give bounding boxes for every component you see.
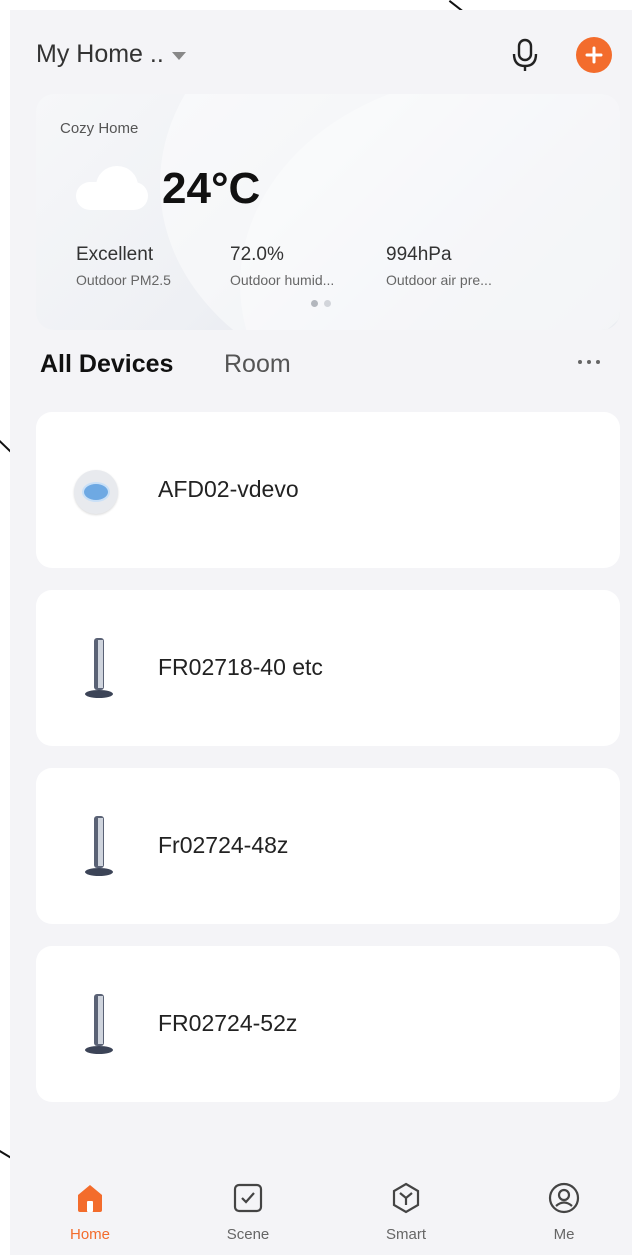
nav-smart[interactable]: Smart: [356, 1181, 456, 1243]
page-dot-active: [311, 300, 318, 307]
weather-card[interactable]: Cozy Home 24°C Excellent Outdoor PM2.5 7…: [36, 94, 620, 330]
plus-icon: [585, 46, 603, 64]
stat-value: Excellent: [76, 244, 154, 265]
home-name: My Home ..: [36, 40, 164, 68]
nav-label: Home: [69, 1226, 110, 1243]
stat-label: Outdoor PM2.5: [76, 272, 171, 288]
home-icon: [78, 1185, 102, 1212]
smart-hexagon-icon: [392, 1182, 420, 1214]
stat-label: Outdoor humid...: [230, 272, 335, 288]
more-horizontal-icon[interactable]: [578, 360, 600, 364]
home-selector[interactable]: My Home ..: [36, 40, 186, 69]
device-card[interactable]: Fr02724-48z: [36, 768, 620, 924]
tower-fan-icon: [85, 638, 113, 698]
user-icon: [548, 1182, 580, 1214]
tab-all-devices[interactable]: All Devices: [40, 350, 173, 379]
tab-room[interactable]: Room: [224, 350, 291, 379]
nav-me[interactable]: Me: [514, 1181, 614, 1243]
stat-pressure: 994hPa Outdoor air pre...: [386, 244, 492, 288]
device-name: Fr02724-48z: [158, 832, 289, 858]
stat-pm25: Excellent Outdoor PM2.5: [76, 244, 171, 288]
stat-label: Outdoor air pre...: [386, 272, 492, 288]
nav-scene[interactable]: Scene: [198, 1181, 298, 1243]
checkbox-icon: [233, 1183, 263, 1213]
bottom-nav: Home Scene Smart Me: [10, 1165, 632, 1255]
microphone-icon[interactable]: [510, 38, 540, 72]
nav-label: Smart: [385, 1226, 426, 1243]
device-card[interactable]: FR02718-40 etc: [36, 590, 620, 746]
caret-down-icon: [171, 51, 186, 60]
weather-home-label: Cozy Home: [60, 120, 139, 137]
device-name: FR02724-52z: [158, 1010, 298, 1036]
device-name: AFD02-vdevo: [158, 476, 299, 502]
thermostat-icon: [74, 470, 118, 514]
nav-home[interactable]: Home: [40, 1181, 140, 1243]
page-dot: [324, 300, 331, 307]
cloud-icon: [76, 166, 148, 210]
stat-value: 994hPa: [386, 244, 452, 265]
nav-label: Scene: [226, 1226, 270, 1243]
stat-humidity: 72.0% Outdoor humid...: [230, 244, 334, 288]
temperature: 24°C: [162, 164, 261, 213]
tower-fan-icon: [85, 994, 113, 1054]
nav-label: Me: [553, 1226, 575, 1243]
device-name: FR02718-40 etc: [158, 654, 323, 680]
page-indicator: [311, 300, 331, 307]
tower-fan-icon: [85, 816, 113, 876]
phone-screen: My Home .. Cozy Home 24°C Excellent Outd…: [10, 10, 632, 1255]
device-card[interactable]: AFD02-vdevo: [36, 412, 620, 568]
add-device-button[interactable]: [576, 37, 612, 73]
stat-value: 72.0%: [230, 244, 284, 265]
device-card[interactable]: FR02724-52z: [36, 946, 620, 1102]
